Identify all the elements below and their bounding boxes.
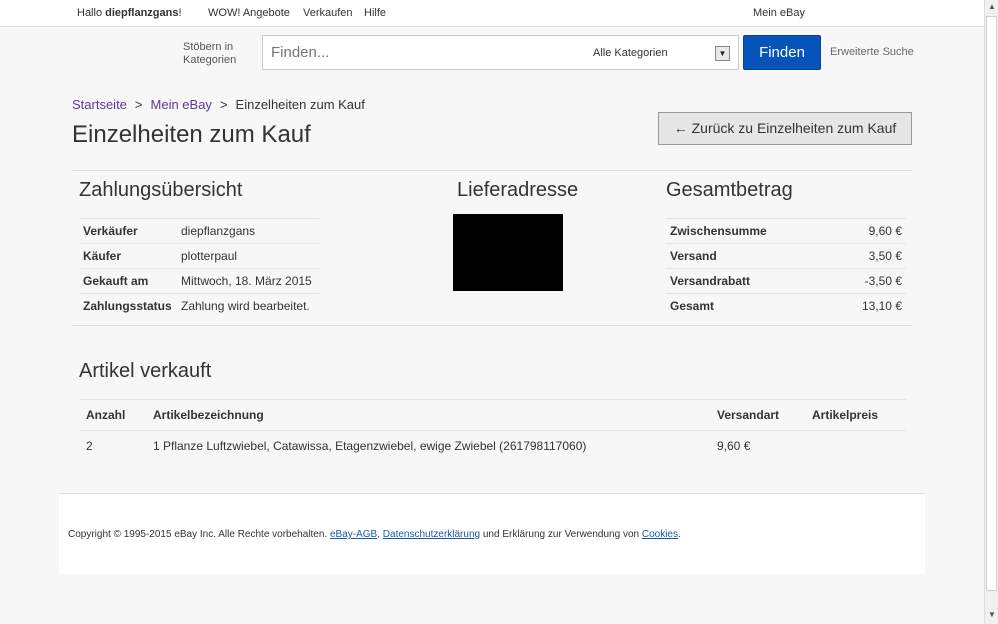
footer-link-cookies[interactable]: Cookies (642, 529, 678, 540)
username[interactable]: diepflanzgans (105, 7, 178, 19)
column-header-name: Artikelbezeichnung (147, 399, 711, 431)
column-header-price: Artikelpreis (806, 399, 906, 431)
column-header-shipping: Versandart (711, 399, 806, 431)
table-row: Gekauft am Mittwoch, 18. März 2015 (79, 268, 319, 294)
row-value: diepflanzgans (177, 218, 319, 244)
table-row: Käufer plotterpaul (79, 243, 319, 269)
breadcrumb: Startseite > Mein eBay > Einzelheiten zum Ka… (72, 97, 365, 112)
total-amount-table: Zwischensumme 9,60 € Versand 3,50 € Versan… (666, 218, 906, 319)
row-value: -3,50 € (830, 268, 906, 294)
footer-link-agb[interactable]: eBay-AGB (330, 529, 377, 540)
table-row: Zwischensumme 9,60 € (666, 218, 906, 244)
table-row: Versandrabatt -3,50 € (666, 268, 906, 294)
items-table: Anzahl Artikelbezeichnung Versandart Art… (80, 399, 906, 462)
top-nav-bar: Hallo diepflanzgans! WOW! Angebote Verka… (0, 0, 984, 27)
back-button[interactable]: ← Zurück zu Einzelheiten zum Kauf (658, 112, 912, 145)
item-shipping: 9,60 € (717, 439, 751, 454)
row-value: 9,60 € (830, 218, 906, 244)
row-label: Versandrabatt (666, 268, 831, 294)
row-label: Verkäufer (79, 218, 177, 244)
divider (72, 325, 912, 326)
table-row: Versand 3,50 € (666, 243, 906, 269)
category-select[interactable]: Alle Kategorien ▼ (582, 35, 739, 70)
search-button[interactable]: Finden (743, 35, 821, 70)
payment-summary-title: Zahlungsübersicht (79, 179, 243, 201)
advanced-search-link[interactable]: Erweiterte Suche (830, 46, 914, 58)
breadcrumb-separator: > (219, 97, 228, 112)
nav-link-wow-angebote[interactable]: WOW! Angebote (208, 7, 290, 19)
row-value: 13,10 € (830, 293, 906, 319)
row-label: Zahlungsstatus (79, 293, 177, 319)
scroll-up-icon[interactable]: ▲ (987, 2, 997, 12)
footer-link-privacy[interactable]: Datenschutzerklärung (383, 529, 480, 540)
row-value: plotterpaul (177, 243, 319, 269)
row-label: Gekauft am (79, 268, 177, 294)
total-amount-title: Gesamtbetrag (666, 179, 793, 201)
nav-link-mein-ebay[interactable]: Mein eBay (753, 7, 805, 19)
shipping-address-title: Lieferadresse (457, 179, 579, 201)
breadcrumb-startseite[interactable]: Startseite (72, 97, 127, 112)
breadcrumb-mein-ebay[interactable]: Mein eBay (151, 97, 212, 112)
greeting: Hallo diepflanzgans! (77, 7, 182, 19)
row-value: Zahlung wird bearbeitet. (177, 293, 319, 319)
row-value: 3,50 € (830, 243, 906, 269)
item-name-link[interactable]: 1 Pflanze Luftzwiebel, Catawissa, Etagen… (147, 431, 711, 462)
divider (72, 170, 912, 171)
nav-link-hilfe[interactable]: Hilfe (364, 7, 386, 19)
payment-summary-table: Verkäufer diepflanzgans Käufer plotterpaul… (79, 218, 319, 319)
breadcrumb-current: Einzelheiten zum Kauf (235, 97, 365, 112)
table-header-row: Anzahl Artikelbezeichnung Versandart Art… (80, 399, 906, 431)
items-sold-title: Artikel verkauft (79, 360, 212, 382)
row-label: Zwischensumme (666, 218, 831, 244)
footer-copyright: Copyright © 1995-2015 eBay Inc. Alle Rec… (68, 529, 681, 540)
search-input[interactable] (262, 35, 584, 70)
footer: Copyright © 1995-2015 eBay Inc. Alle Rec… (59, 493, 925, 574)
row-label: Versand (666, 243, 831, 269)
row-value: Mittwoch, 18. März 2015 (177, 268, 319, 294)
vertical-scrollbar[interactable]: ▲ ▼ (984, 0, 998, 624)
table-row: 2 1 Pflanze Luftzwiebel, Catawissa, Etag… (80, 431, 906, 462)
row-label: Käufer (79, 243, 177, 269)
dropdown-arrow-icon[interactable]: ▼ (715, 46, 730, 61)
nav-link-verkaufen[interactable]: Verkaufen (303, 7, 353, 19)
table-row: Gesamt 13,10 € (666, 293, 906, 319)
table-row: Verkäufer diepflanzgans (79, 218, 319, 244)
scrollbar-thumb[interactable] (986, 16, 997, 591)
column-header-qty: Anzahl (80, 399, 147, 431)
row-label: Gesamt (666, 293, 831, 319)
breadcrumb-separator: > (134, 97, 143, 112)
redacted-address (453, 214, 563, 291)
page-title: Einzelheiten zum Kauf (72, 121, 311, 148)
table-row: Zahlungsstatus Zahlung wird bearbeitet. (79, 293, 319, 319)
scroll-down-icon[interactable]: ▼ (987, 610, 997, 620)
browse-categories-link[interactable]: Stöbern in Kategorien (183, 41, 236, 67)
item-qty: 2 (86, 439, 93, 454)
item-price (806, 431, 906, 462)
search-bar: Stöbern in Kategorien Alle Kategorien ▼ … (0, 28, 984, 76)
